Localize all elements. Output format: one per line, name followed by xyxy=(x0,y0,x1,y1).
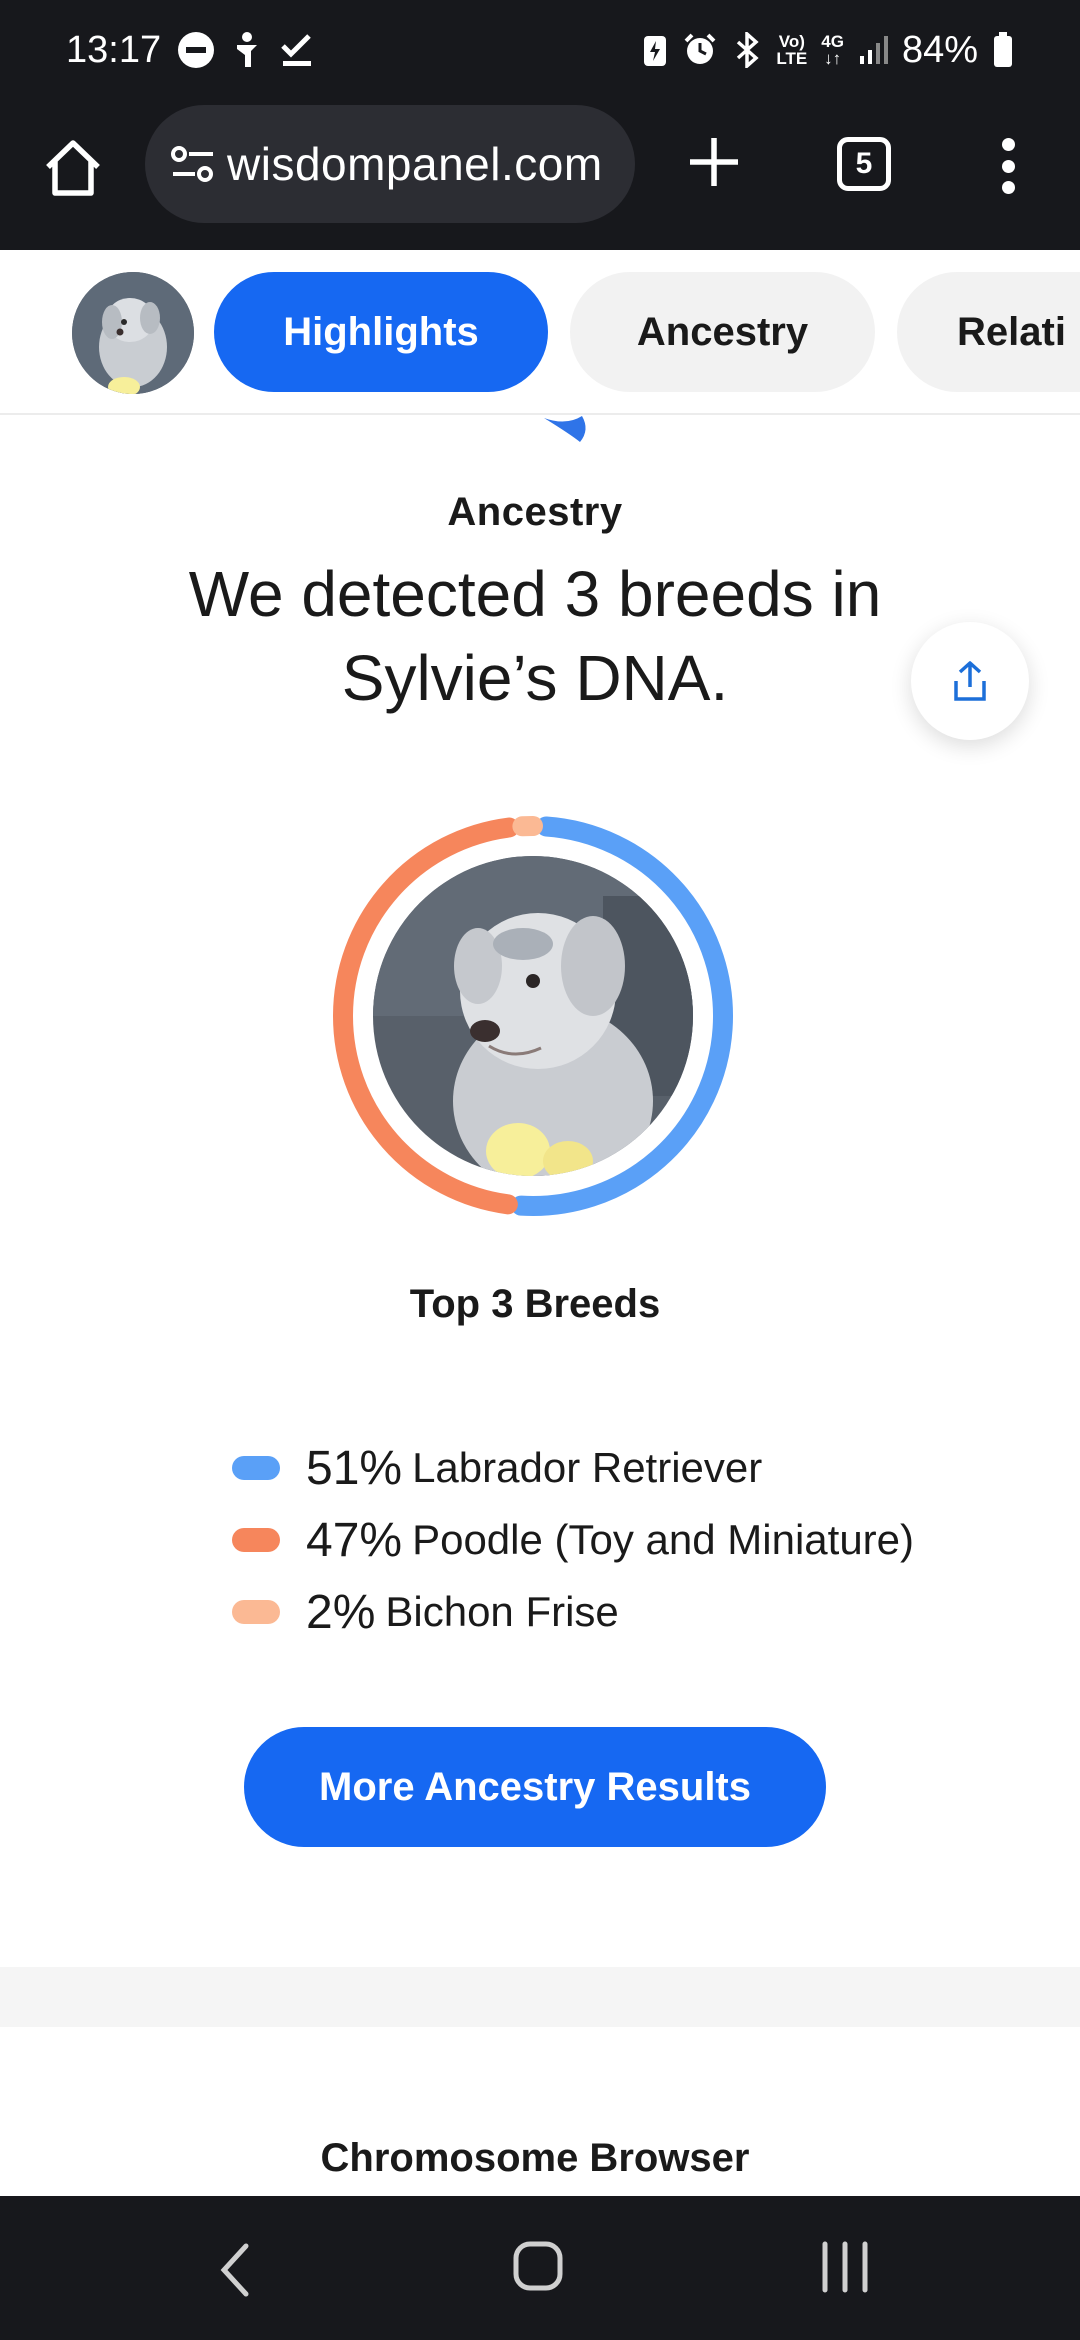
address-bar[interactable]: wisdompanel.com xyxy=(145,105,635,223)
legend-swatch-labrador xyxy=(232,1456,280,1480)
dog-avatar[interactable] xyxy=(72,272,194,394)
tab-highlights[interactable]: Highlights xyxy=(214,272,548,392)
legend-item-poodle: 47% Poodle (Toy and Miniature) xyxy=(232,1504,914,1576)
tab-ancestry[interactable]: Ancestry xyxy=(570,272,875,392)
tab-relatives[interactable]: Relati xyxy=(897,272,1080,392)
accessibility-icon xyxy=(231,31,263,69)
share-icon xyxy=(954,661,986,701)
more-menu-icon[interactable] xyxy=(996,138,1020,194)
legend-percent-poodle: 47% xyxy=(306,1513,403,1567)
data-arrows: ↓↑ xyxy=(824,49,842,68)
battery-icon xyxy=(992,31,1014,69)
legend-percent-labrador: 51% xyxy=(306,1441,403,1495)
headline-line-2: Sylvie’s DNA. xyxy=(341,642,729,714)
legend-breed-poodle: Poodle (Toy and Miniature) xyxy=(412,1516,915,1563)
legend-swatch-poodle xyxy=(232,1528,280,1552)
section-tab-nav: Highlights Ancestry Relati xyxy=(0,250,1080,415)
browser-toolbar: wisdompanel.com 5 xyxy=(0,100,1080,250)
share-button[interactable] xyxy=(911,622,1029,740)
url-text[interactable]: wisdompanel.com xyxy=(227,137,603,191)
more-ancestry-results-button[interactable]: More Ancestry Results xyxy=(244,1727,826,1847)
breed-legend: 51% Labrador Retriever 47% Poodle (Toy a… xyxy=(232,1432,914,1648)
lte-label: LTE xyxy=(776,49,808,68)
alarm-icon xyxy=(682,32,718,68)
breed-donut-chart xyxy=(323,806,743,1226)
back-icon[interactable] xyxy=(210,2240,260,2300)
battery-percent: 84% xyxy=(901,28,978,71)
bluetooth-icon xyxy=(732,32,762,68)
ancestry-headline: We detected 3 breeds in Sylvie’s DNA. xyxy=(130,552,940,720)
legend-swatch-bichon xyxy=(232,1600,280,1624)
legend-item-labrador: 51% Labrador Retriever xyxy=(232,1432,914,1504)
ancestry-decoration-icon xyxy=(540,412,620,444)
home-nav-icon[interactable] xyxy=(512,2240,564,2292)
legend-breed-labrador: Labrador Retriever xyxy=(412,1444,763,1491)
top-breeds-title: Top 3 Breeds xyxy=(409,1282,661,1326)
section-divider xyxy=(0,1967,1080,2027)
legend-breed-bichon: Bichon Frise xyxy=(385,1588,619,1635)
clock: 13:17 xyxy=(66,28,162,71)
tab-switcher-button[interactable]: 5 xyxy=(837,137,891,191)
headline-line-1: We detected 3 breeds in xyxy=(188,558,882,630)
dog-photo xyxy=(373,856,693,1176)
section-label: Ancestry xyxy=(447,490,623,534)
home-icon[interactable] xyxy=(42,137,104,199)
new-tab-icon[interactable] xyxy=(688,136,740,188)
signal-icon xyxy=(858,34,888,66)
volte-label: Vo) xyxy=(778,32,805,51)
recent-apps-icon[interactable] xyxy=(815,2240,875,2294)
volte-icon: Vo) LTE xyxy=(776,33,807,67)
system-nav-bar xyxy=(0,2196,1080,2340)
site-settings-icon[interactable] xyxy=(169,144,217,184)
task-done-icon xyxy=(279,32,315,68)
legend-percent-bichon: 2% xyxy=(306,1585,376,1639)
legend-item-bichon: 2% Bichon Frise xyxy=(232,1576,914,1648)
data-4g-icon: 4G ↓↑ xyxy=(821,33,844,67)
do-not-disturb-icon xyxy=(177,31,215,69)
battery-saver-icon xyxy=(642,32,668,68)
chromosome-browser-title: Chromosome Browser xyxy=(320,2136,750,2180)
status-bar: 13:17 Vo) LTE 4G ↓↑ 84% xyxy=(0,0,1080,100)
4g-label: 4G xyxy=(821,32,844,51)
